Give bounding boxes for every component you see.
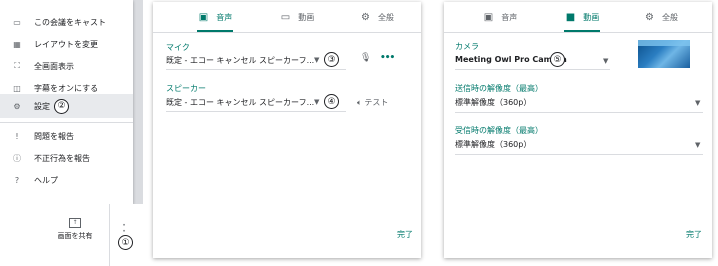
tab-video-label: 動画 (583, 12, 600, 22)
chevron-down-icon: ▼ (314, 56, 320, 64)
annotation-marker-2: ② (54, 98, 69, 114)
send-resolution-value: 標準解像度（360p） (455, 98, 532, 107)
warning-icon: ⓘ (13, 153, 21, 163)
chevron-down-icon: ▼ (695, 99, 701, 107)
menu-item-label: 問題を報告 (34, 131, 74, 141)
mic-select[interactable]: 既定 - エコー キャンセル スピーカーフ... (166, 55, 314, 66)
gear-icon: ⚙ (645, 11, 654, 23)
receive-resolution-label: 受信時の解像度（最高） (455, 126, 543, 135)
tab-general-label: 全般 (377, 12, 394, 22)
present-screen-label: 画面を共有 (57, 232, 93, 240)
gear-icon: ⚙ (13, 101, 21, 111)
fullscreen-icon: ⛶ (14, 61, 20, 70)
video-camera-icon: ▭ (280, 11, 291, 23)
chevron-down-icon: ▼ (314, 98, 320, 106)
done-button[interactable]: 完了 (686, 229, 702, 240)
menu-item-layout[interactable]: ▦ レイアウトを変更 (0, 33, 133, 55)
audio-level-icon: ••• (380, 53, 395, 63)
tab-audio-label: 音声 (216, 12, 233, 22)
settings-tabs: ▣ 音声 ■ 動画 ⚙ 全般 (444, 2, 712, 33)
menu-item-label: 不正行為を報告 (34, 153, 90, 163)
send-resolution-underline (455, 112, 703, 113)
menu-item-label: 全画面表示 (34, 61, 74, 71)
tab-general[interactable]: ⚙ 全般 (333, 2, 422, 32)
cast-icon: ▭ (13, 17, 21, 27)
tab-video[interactable]: ▭ 動画 (253, 2, 342, 32)
feedback-icon: ! (15, 131, 19, 141)
speaker-device-icon: ▣ (483, 11, 494, 23)
speaker-icon: 🔈︎ (357, 98, 362, 107)
speaker-device-icon: ▣ (198, 11, 209, 23)
menu-divider (0, 122, 133, 123)
menu-item-report-problem[interactable]: ! 問題を報告 (0, 125, 133, 147)
settings-dialog-video: ▣ 音声 ■ 動画 ⚙ 全般 カメラ Meeting Owl Pro Camer… (444, 2, 712, 258)
test-speaker-button[interactable]: 🔈︎ テスト (357, 97, 388, 108)
tab-audio-label: 音声 (501, 12, 518, 22)
annotation-marker-4: ④ (324, 94, 339, 109)
settings-dialog-audio: ▣ 音声 ▭ 動画 ⚙ 全般 マイク 既定 - エコー キャンセル スピーカーフ… (153, 2, 421, 258)
help-icon: ? (14, 175, 20, 185)
menu-item-label: 設定 (34, 101, 50, 111)
camera-underline (455, 69, 610, 70)
microphone-icon: 🎙 (360, 53, 372, 63)
annotation-marker-5: ⑤ (550, 52, 565, 67)
annotation-marker-1: ① (118, 235, 133, 250)
send-resolution-label: 送信時の解像度（最高） (455, 84, 543, 93)
receive-resolution-underline (455, 154, 703, 155)
gear-icon: ⚙ (361, 11, 370, 23)
camera-preview (638, 40, 690, 68)
menu-item-report-abuse[interactable]: ⓘ 不正行為を報告 (0, 147, 133, 169)
menu-item-fullscreen[interactable]: ⛶ 全画面表示 (0, 55, 133, 77)
menu-item-settings[interactable]: ⚙ 設定 ② (0, 94, 133, 118)
overflow-menu: ▭ この会議をキャスト ▦ レイアウトを変更 ⛶ 全画面表示 ◫ 字幕をオンにす… (0, 0, 133, 204)
meeting-overflow-panel: ▭ この会議をキャスト ▦ レイアウトを変更 ⛶ 全画面表示 ◫ 字幕をオンにす… (0, 0, 143, 266)
speaker-underline (166, 111, 346, 112)
menu-item-label: ヘルプ (34, 175, 58, 185)
video-camera-icon: ■ (565, 11, 576, 23)
camera-label: カメラ (455, 42, 479, 51)
mic-underline (166, 69, 346, 70)
receive-resolution-value: 標準解像度（360p） (455, 140, 532, 149)
tab-general-label: 全般 (661, 12, 678, 22)
speaker-select[interactable]: 既定 - エコー キャンセル スピーカーフ... (166, 97, 314, 108)
mic-select-value: 既定 - エコー キャンセル スピーカーフ... (166, 56, 315, 65)
speaker-label: スピーカー (166, 84, 206, 93)
settings-tabs: ▣ 音声 ▭ 動画 ⚙ 全般 (153, 2, 421, 33)
captions-icon: ◫ (13, 83, 21, 93)
tab-video-label: 動画 (298, 12, 315, 22)
menu-item-help[interactable]: ? ヘルプ (0, 169, 133, 191)
present-icon: ↑ (69, 218, 81, 228)
tab-video[interactable]: ■ 動画 (538, 2, 627, 32)
tab-general[interactable]: ⚙ 全般 (617, 2, 706, 32)
test-speaker-label: テスト (364, 98, 389, 107)
receive-resolution-select[interactable]: 標準解像度（360p） (455, 139, 531, 150)
chevron-down-icon: ▼ (695, 141, 701, 149)
speaker-select-value: 既定 - エコー キャンセル スピーカーフ... (166, 98, 315, 107)
present-screen-button[interactable]: ↑ 画面を共有 (40, 218, 110, 241)
tab-audio[interactable]: ▣ 音声 (456, 2, 545, 32)
send-resolution-select[interactable]: 標準解像度（360p） (455, 97, 531, 108)
menu-item-cast[interactable]: ▭ この会議をキャスト (0, 11, 133, 33)
tab-audio[interactable]: ▣ 音声 (171, 2, 260, 32)
annotation-marker-3: ③ (324, 52, 339, 67)
menu-item-label: 字幕をオンにする (34, 83, 99, 93)
mic-label: マイク (166, 43, 190, 52)
chevron-down-icon: ▼ (603, 57, 609, 65)
menu-item-label: この会議をキャスト (34, 17, 106, 27)
menu-item-label: レイアウトを変更 (34, 39, 98, 49)
done-button[interactable]: 完了 (397, 229, 413, 240)
layout-icon: ▦ (13, 39, 21, 49)
